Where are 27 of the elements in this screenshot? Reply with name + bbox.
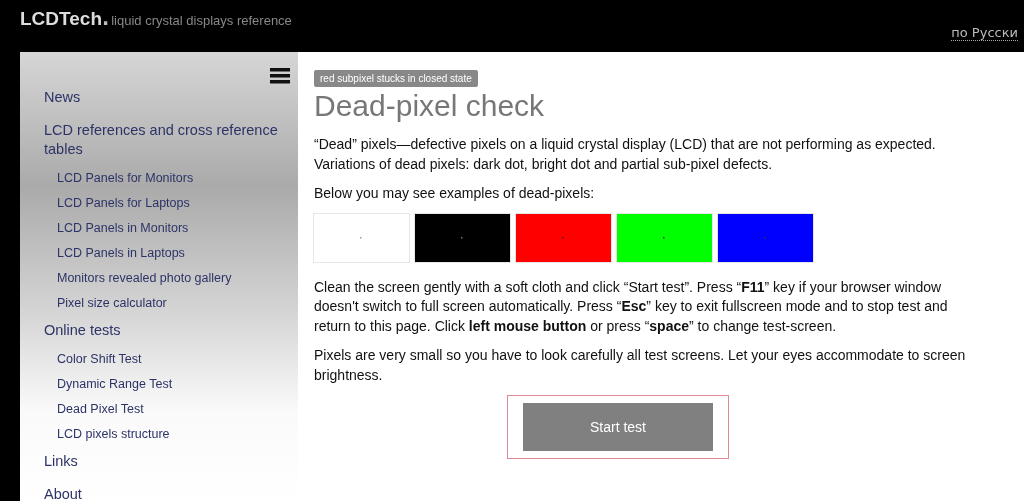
language-link[interactable]: по Русски xyxy=(951,25,1018,41)
tooltip-badge: red subpixel stucks in closed state xyxy=(314,70,478,87)
site-tagline: liquid crystal displays reference xyxy=(111,13,292,28)
menu-icon[interactable] xyxy=(270,68,290,84)
nav-sublink[interactable]: LCD Panels for Monitors xyxy=(57,171,298,186)
intro-paragraph: “Dead” pixels—defective pixels on a liquid crystal display (LCD) that are not performing as expected. Variations of dead pixels: dark dot, bright dot and partial sub-pixel defects. xyxy=(314,135,937,174)
nav-link[interactable]: About xyxy=(44,485,284,501)
nav-sublink[interactable]: LCD Panels in Monitors xyxy=(57,221,298,236)
nav-sublink[interactable]: Pixel size calculator xyxy=(57,296,298,311)
nav-link[interactable]: LCD references and cross reference tables xyxy=(44,121,284,159)
logo-dot: . xyxy=(102,7,110,29)
nav-link[interactable]: News xyxy=(44,88,284,107)
page-title: Dead-pixel check xyxy=(314,89,546,123)
nav-link[interactable]: Online tests xyxy=(44,321,284,340)
nav-sublink[interactable]: LCD Panels for Laptops xyxy=(57,196,298,211)
note-paragraph: Pixels are very small so you have to look carefully all test screens. Let your eyes accommodate to screen brightness. xyxy=(314,346,967,385)
nav-sublink[interactable]: Color Shift Test xyxy=(57,352,298,367)
nav-sublink[interactable]: LCD Panels in Laptops xyxy=(57,246,298,261)
nav-link[interactable]: Links xyxy=(44,452,284,471)
nav-sublink[interactable]: LCD pixels structure xyxy=(57,427,298,442)
site-logo[interactable]: LCDTech xyxy=(20,8,102,30)
start-test-button[interactable]: Start test xyxy=(523,403,713,451)
nav-sublink[interactable]: Dynamic Range Test xyxy=(57,377,298,392)
nav-sublink[interactable]: Monitors revealed photo gallery xyxy=(57,271,298,286)
instructions-paragraph: Clean the screen gently with a soft cloth and click “Start test”. Press “F11” key if your browser window doesn't switch to full screen automatically. Press “Esc” key to exit fullscreen mode and to stop test and return to this page. Click left mouse button or press “space” to change test-screen. xyxy=(314,277,949,336)
nav-sublink[interactable]: Dead Pixel Test xyxy=(57,402,298,417)
examples-label: Below you may see examples of dead-pixels: xyxy=(314,184,596,203)
